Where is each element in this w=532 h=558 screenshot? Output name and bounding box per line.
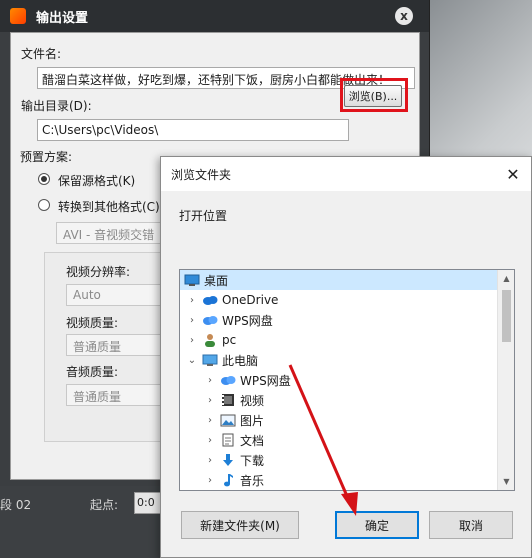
resolution-select[interactable]: Auto: [66, 284, 164, 306]
format-select[interactable]: AVI - 音视频交错: [56, 222, 166, 244]
chevron-right-icon[interactable]: ›: [204, 415, 216, 426]
tree-item-label: pc: [222, 333, 237, 347]
ok-button[interactable]: 确定: [335, 511, 419, 539]
tree-item-label: 桌面: [204, 273, 229, 288]
convert-format-radio[interactable]: [38, 199, 50, 211]
tree-item-label: 音乐: [240, 473, 265, 488]
chevron-right-icon[interactable]: ›: [204, 395, 216, 406]
close-icon[interactable]: x: [395, 7, 413, 25]
new-folder-button[interactable]: 新建文件夹(M): [181, 511, 299, 539]
user-icon: [202, 333, 218, 347]
tree-item-label: 图片: [240, 413, 265, 428]
scroll-down-arrow-icon[interactable]: ▼: [498, 473, 514, 490]
video-icon: [220, 393, 236, 407]
chevron-right-icon[interactable]: ›: [204, 455, 216, 466]
output-settings-titlebar: 输出设置: [0, 0, 429, 32]
tree-item-this-pc[interactable]: ⌄ 此电脑: [180, 350, 258, 370]
download-icon: [220, 453, 236, 467]
tree-item-downloads[interactable]: › 下载: [180, 450, 264, 470]
video-quality-label: 视频质量:: [66, 316, 119, 330]
audio-quality-select[interactable]: 普通质量: [66, 384, 164, 406]
audio-quality-label: 音频质量:: [66, 365, 119, 379]
tree-item-label: 视频: [240, 393, 265, 408]
tree-item-onedrive[interactable]: › OneDrive: [180, 290, 278, 310]
browse-folder-dialog: 浏览文件夹 ✕ 打开位置 桌面 › OneDrive › WPS网盘 › pc …: [160, 156, 532, 558]
tree-item-pictures[interactable]: › 图片: [180, 410, 264, 430]
chevron-right-icon[interactable]: ›: [186, 335, 198, 346]
chevron-right-icon[interactable]: ›: [204, 435, 216, 446]
chevron-down-icon[interactable]: ⌄: [186, 355, 198, 366]
desktop-icon: [184, 273, 200, 287]
output-settings-title: 输出设置: [36, 10, 89, 26]
computer-icon: [202, 353, 218, 367]
preset-label: 预置方案:: [20, 150, 73, 164]
wps-cloud-icon: [202, 313, 218, 327]
tree-item-label: 文档: [240, 433, 265, 448]
tree-item-wps-cloud[interactable]: › WPS网盘: [180, 310, 273, 330]
convert-format-label: 转换到其他格式(C):: [58, 200, 164, 214]
app-logo-icon: [10, 8, 26, 24]
start-label: 起点:: [90, 498, 119, 512]
tree-item-music[interactable]: › 音乐: [180, 470, 264, 490]
tree-item-label: WPS网盘: [222, 313, 273, 328]
segment-label: 段 02: [0, 498, 32, 512]
folder-tree[interactable]: 桌面 › OneDrive › WPS网盘 › pc ⌄ 此电脑 › WPS网盘…: [179, 269, 515, 491]
dialog-prompt: 打开位置: [179, 209, 228, 223]
output-dir-input[interactable]: C:\Users\pc\Videos\: [37, 119, 349, 141]
chevron-right-icon[interactable]: ›: [204, 475, 216, 486]
tree-item-videos[interactable]: › 视频: [180, 390, 264, 410]
browse-folder-titlebar: 浏览文件夹: [161, 157, 531, 191]
video-quality-select[interactable]: 普通质量: [66, 334, 164, 356]
filename-label: 文件名:: [21, 47, 62, 61]
chevron-right-icon[interactable]: ›: [186, 295, 198, 306]
cancel-button[interactable]: 取消: [429, 511, 513, 539]
chevron-right-icon[interactable]: ›: [204, 375, 216, 386]
browse-button[interactable]: 浏览(B)...: [344, 85, 402, 107]
tree-scrollbar[interactable]: ▲ ▼: [497, 270, 514, 490]
document-icon: [220, 433, 236, 447]
output-dir-label: 输出目录(D):: [21, 99, 92, 113]
tree-item-label: 此电脑: [222, 353, 259, 368]
tree-item-documents[interactable]: › 文档: [180, 430, 264, 450]
scroll-up-arrow-icon[interactable]: ▲: [498, 270, 514, 287]
keep-format-radio[interactable]: [38, 173, 50, 185]
tree-item-label: OneDrive: [222, 293, 279, 307]
keep-format-label: 保留源格式(K): [58, 174, 136, 188]
tree-item-label: WPS网盘: [240, 373, 291, 388]
tree-item-desktop[interactable]: 桌面: [180, 270, 498, 290]
browse-folder-title: 浏览文件夹: [171, 167, 232, 182]
wps-cloud-icon: [220, 373, 236, 387]
picture-icon: [220, 413, 236, 427]
tree-item-wps-cloud-pc[interactable]: › WPS网盘: [180, 370, 291, 390]
tree-item-label: 下载: [240, 453, 265, 468]
tree-item-user[interactable]: › pc: [180, 330, 236, 350]
resolution-label: 视频分辨率:: [66, 265, 131, 279]
dialog-close-icon[interactable]: ✕: [501, 163, 525, 185]
cloud-icon: [202, 293, 218, 307]
scrollbar-thumb[interactable]: [502, 290, 511, 342]
music-icon: [220, 473, 236, 487]
chevron-right-icon[interactable]: ›: [186, 315, 198, 326]
